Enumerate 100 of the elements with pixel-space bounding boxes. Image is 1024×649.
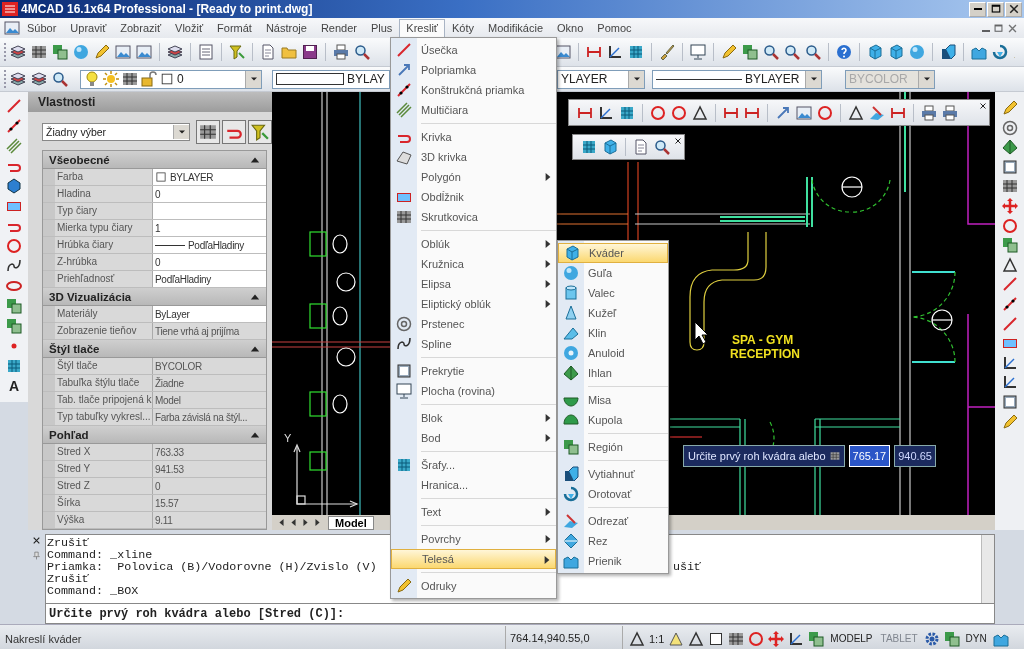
dotted-line-icon[interactable] xyxy=(1001,295,1018,312)
property-field[interactable]: PodľaHladiny xyxy=(153,237,266,253)
wave-icon[interactable] xyxy=(6,258,22,274)
hexagon-icon[interactable] xyxy=(6,178,22,194)
hatch-icon[interactable] xyxy=(619,104,635,121)
circle-icon[interactable] xyxy=(817,104,833,121)
grid-icon[interactable] xyxy=(196,120,220,144)
circle-icon[interactable] xyxy=(671,104,687,121)
menu-item[interactable]: Vložiť xyxy=(168,18,211,38)
menu-item[interactable]: Polpriamka xyxy=(391,60,556,80)
funnel-icon[interactable] xyxy=(248,120,272,144)
hatch-icon[interactable] xyxy=(6,358,22,374)
menu-item[interactable]: Spline xyxy=(391,334,556,354)
brush-icon[interactable] xyxy=(659,44,675,60)
pencil-icon[interactable] xyxy=(1001,413,1018,430)
menu-item[interactable]: Valec xyxy=(558,283,668,303)
menu-item[interactable]: 3D krivka xyxy=(391,147,556,167)
extrude-icon[interactable] xyxy=(940,44,956,60)
menu-item[interactable]: Konštrukčná priamka xyxy=(391,80,556,100)
menu-item[interactable]: Región xyxy=(558,437,668,457)
picture-icon[interactable] xyxy=(115,44,131,60)
help-icon[interactable] xyxy=(836,44,852,60)
menu-item[interactable]: Klin xyxy=(558,323,668,343)
layers-icon[interactable] xyxy=(10,44,26,60)
scale-label[interactable]: 1:1 xyxy=(649,632,665,645)
menu-item[interactable]: Modifikácie xyxy=(481,18,551,38)
dropdown[interactable]: YLAYER xyxy=(557,69,645,89)
parallel-lines-icon[interactable] xyxy=(6,138,22,154)
menu-item[interactable]: Text xyxy=(391,502,556,522)
menu-item[interactable]: Krivka xyxy=(391,127,556,147)
property-field[interactable]: ByLayer xyxy=(153,306,266,322)
minimize-icon[interactable] xyxy=(982,29,990,32)
property-field[interactable] xyxy=(153,203,266,219)
section-header[interactable]: 3D Vizualizácia xyxy=(43,288,266,306)
slice-icon[interactable] xyxy=(869,104,885,121)
curve-icon[interactable] xyxy=(396,149,412,165)
menu-item[interactable]: Skrutkovica xyxy=(391,207,556,227)
diamond-icon[interactable] xyxy=(563,533,579,549)
menu-item[interactable]: Oblúk xyxy=(391,234,556,254)
squares-icon[interactable] xyxy=(6,318,22,334)
squares-icon[interactable] xyxy=(563,439,579,455)
filled-triangle-icon[interactable] xyxy=(668,630,685,647)
menu-item[interactable]: Orotovať xyxy=(558,484,668,504)
text-tool[interactable]: A xyxy=(8,378,20,394)
frame-icon[interactable] xyxy=(1001,393,1018,410)
pencil-icon[interactable] xyxy=(1001,100,1018,116)
squares-icon[interactable] xyxy=(6,298,22,314)
property-field[interactable]: 9.11 xyxy=(153,512,266,528)
monitor-icon[interactable] xyxy=(396,383,412,399)
cross-arrows-icon[interactable] xyxy=(768,630,785,647)
funnel-icon[interactable] xyxy=(229,44,245,60)
printer-icon[interactable] xyxy=(921,104,937,121)
hatch-icon[interactable] xyxy=(628,44,644,60)
grid-icon[interactable] xyxy=(1001,178,1018,195)
grid-icon[interactable] xyxy=(829,451,840,461)
hatch-icon[interactable] xyxy=(581,139,597,155)
menu-item[interactable]: Obdĺžnik xyxy=(391,187,556,207)
ray-icon[interactable] xyxy=(775,104,791,121)
arrow-right-icon[interactable] xyxy=(300,517,311,528)
menu-item[interactable]: Guľa xyxy=(558,263,668,283)
printer-icon[interactable] xyxy=(942,104,958,121)
line-icon[interactable] xyxy=(396,42,412,58)
property-field[interactable]: BYCOLOR xyxy=(153,358,266,374)
squares-icon[interactable] xyxy=(808,630,825,647)
property-field[interactable]: Model xyxy=(153,392,266,408)
circular-arrow-icon[interactable] xyxy=(992,44,1008,60)
menu-item[interactable]: Eliptický oblúk xyxy=(391,294,556,314)
arrow-left-icon[interactable] xyxy=(276,517,287,528)
property-field[interactable]: 763.33 xyxy=(153,444,266,460)
menu-item[interactable]: Render xyxy=(313,18,364,38)
picture-icon[interactable] xyxy=(796,104,812,121)
circle-icon[interactable] xyxy=(650,104,666,121)
cube-icon[interactable] xyxy=(888,44,904,60)
property-field[interactable]: BYLAYER xyxy=(153,169,266,185)
grid-icon[interactable] xyxy=(31,44,47,60)
status-toggle[interactable]: DYN xyxy=(963,633,989,644)
menu-item[interactable]: Kupola xyxy=(558,410,668,430)
menu-item[interactable]: Úsečka xyxy=(391,40,556,60)
gear-icon[interactable] xyxy=(923,630,940,647)
lock-icon[interactable] xyxy=(141,71,157,87)
coordinate-field[interactable]: 765.17 xyxy=(848,445,891,467)
line-icon[interactable] xyxy=(1001,315,1018,332)
dropdown[interactable]: BYLAY xyxy=(272,69,390,89)
layers-icon[interactable] xyxy=(167,44,183,60)
arrow-right-icon[interactable] xyxy=(312,517,323,528)
wave-icon[interactable] xyxy=(396,336,412,352)
wedge-icon[interactable] xyxy=(563,325,579,341)
menu-item[interactable]: Pomoc xyxy=(590,18,639,38)
scrollbar[interactable] xyxy=(981,535,994,603)
magnifier-icon[interactable] xyxy=(784,44,800,60)
cylinder-icon[interactable] xyxy=(563,285,579,301)
menu-item[interactable]: Súbor xyxy=(20,18,64,38)
selection-dropdown[interactable]: Žiadny výber xyxy=(42,123,190,141)
menu-item[interactable]: Plocha (rovina) xyxy=(391,381,556,401)
menu-item[interactable]: Rez xyxy=(558,531,668,551)
minimize-button[interactable] xyxy=(969,1,986,17)
maximize-button[interactable] xyxy=(987,1,1004,17)
menu-item[interactable]: Prstenec xyxy=(391,314,556,334)
cube-icon[interactable] xyxy=(867,44,883,60)
dotted-line-icon[interactable] xyxy=(396,82,412,98)
